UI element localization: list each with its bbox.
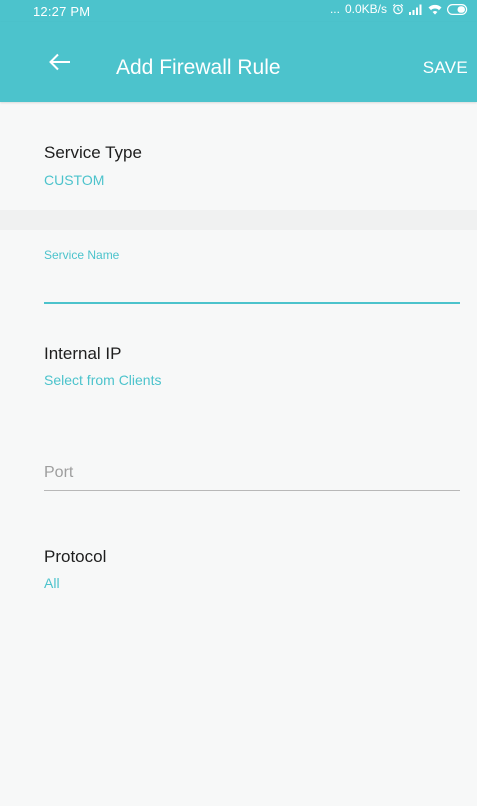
page-title: Add Firewall Rule [116, 56, 281, 79]
signal-icon [409, 4, 423, 15]
status-indicators: ... 0.0KB/s [330, 2, 469, 16]
battery-icon [447, 3, 469, 15]
status-time: 12:27 PM [33, 4, 91, 19]
screen: 12:27 PM ... 0.0KB/s Add Firewall Rule S… [0, 0, 477, 806]
service-type-label: Service Type [44, 143, 142, 162]
protocol-label: Protocol [44, 547, 107, 566]
back-button[interactable] [48, 52, 72, 72]
service-type-value: CUSTOM [44, 172, 105, 188]
select-from-clients-link[interactable]: Select from Clients [44, 372, 161, 388]
internal-ip-label: Internal IP [44, 344, 122, 363]
alarm-icon [392, 3, 404, 15]
port-input[interactable] [44, 455, 460, 491]
section-divider [0, 210, 477, 230]
status-dots: ... [329, 2, 340, 16]
service-name-label: Service Name [44, 248, 120, 262]
net-speed: 0.0KB/s [344, 2, 387, 16]
save-button[interactable]: SAVE [423, 58, 468, 78]
app-bar: Add Firewall Rule SAVE [0, 22, 477, 102]
protocol-value: All [44, 575, 60, 591]
service-name-input[interactable] [44, 268, 460, 304]
status-bar: 12:27 PM ... 0.0KB/s [0, 0, 477, 22]
wifi-icon [428, 4, 442, 15]
arrow-left-icon [49, 53, 70, 71]
